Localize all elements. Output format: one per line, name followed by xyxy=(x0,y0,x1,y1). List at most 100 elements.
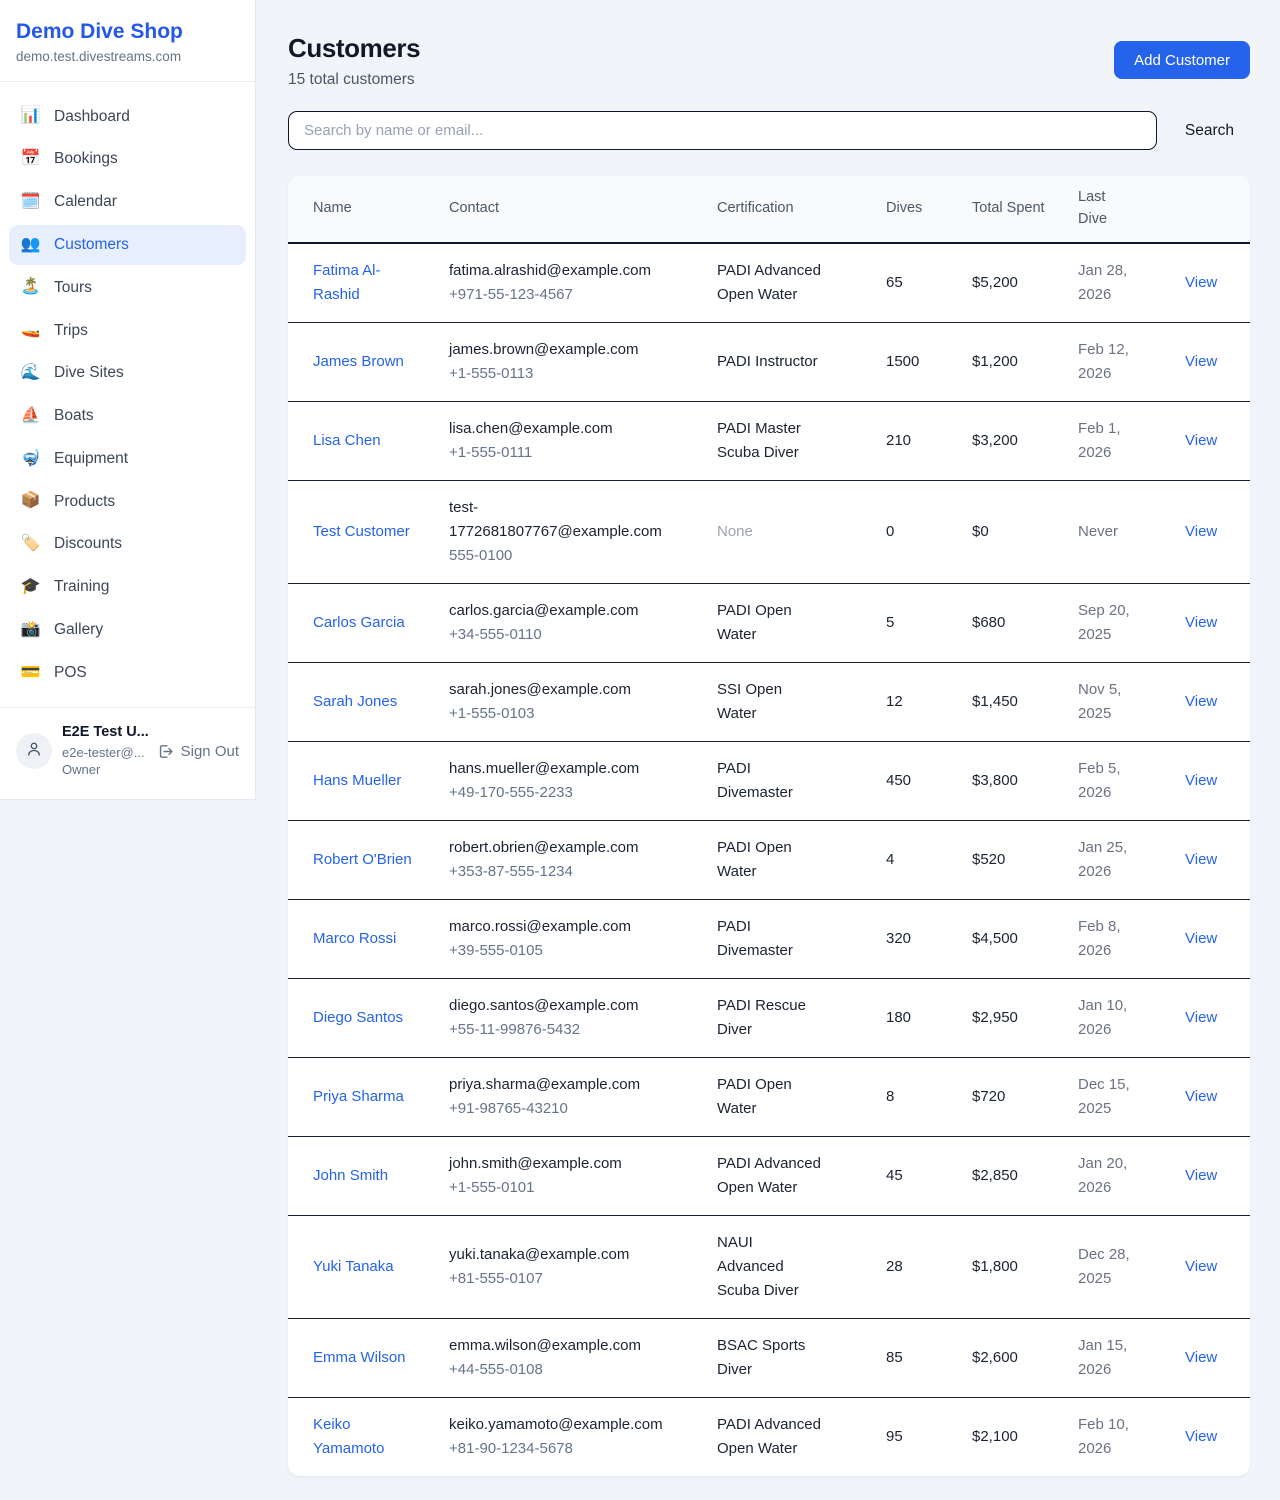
table-row: Emma Wilson emma.wilson@example.com+44-55… xyxy=(288,1318,1250,1397)
customer-name-link[interactable]: Robert O'Brien xyxy=(313,851,412,868)
dives-count: 4 xyxy=(886,851,894,868)
sidebar-item-trips[interactable]: 🚤Trips xyxy=(9,310,246,351)
cell-dives: 0 xyxy=(870,480,956,583)
customer-phone: +1-555-0103 xyxy=(449,702,655,726)
view-link[interactable]: View xyxy=(1185,930,1217,947)
sidebar-item-training[interactable]: 🎓Training xyxy=(9,567,246,608)
cell-actions: View xyxy=(1169,741,1250,820)
customer-email: emma.wilson@example.com xyxy=(449,1334,655,1358)
customers-table: Name Contact Certification Dives Total S… xyxy=(288,176,1250,1476)
view-link[interactable]: View xyxy=(1185,523,1217,540)
search-input[interactable] xyxy=(288,111,1157,150)
customer-name-link[interactable]: Yuki Tanaka xyxy=(313,1258,394,1275)
view-link[interactable]: View xyxy=(1185,1258,1217,1275)
customer-phone: +81-90-1234-5678 xyxy=(449,1437,655,1461)
view-link[interactable]: View xyxy=(1185,1428,1217,1445)
cell-actions: View xyxy=(1169,401,1250,480)
customer-name-link[interactable]: Carlos Garcia xyxy=(313,614,405,631)
sidebar-item-boats[interactable]: ⛵Boats xyxy=(9,396,246,437)
sidebar-item-calendar[interactable]: 🗓️Calendar xyxy=(9,182,246,223)
customer-name-link[interactable]: Fatima Al-Rashid xyxy=(313,262,381,303)
sidebar-item-discounts[interactable]: 🏷️Discounts xyxy=(9,524,246,565)
customer-name-link[interactable]: John Smith xyxy=(313,1167,388,1184)
column-header-name: Name xyxy=(288,176,433,243)
cell-dives: 45 xyxy=(870,1136,956,1215)
customer-name-link[interactable]: Priya Sharma xyxy=(313,1088,404,1105)
cell-dives: 65 xyxy=(870,243,956,323)
sidebar-item-dashboard[interactable]: 📊Dashboard xyxy=(9,96,246,137)
sidebar-item-tours[interactable]: 🏝️Tours xyxy=(9,267,246,308)
table-row: Carlos Garciacarlos.garcia@example.com+3… xyxy=(288,583,1250,662)
cell-contact: emma.wilson@example.com+44-555-0108 xyxy=(433,1318,701,1397)
cell-last-dive: Jan 20, 2026 xyxy=(1062,1136,1169,1215)
customer-name-link[interactable]: Emma Wilson xyxy=(313,1349,406,1366)
customer-name-link[interactable]: Keiko Yamamoto xyxy=(313,1416,384,1457)
sign-out-button[interactable]: Sign Out xyxy=(157,743,239,760)
page-title: Customers xyxy=(288,33,420,64)
view-link[interactable]: View xyxy=(1185,693,1217,710)
cell-certification: PADI Open Water xyxy=(701,820,870,899)
view-link[interactable]: View xyxy=(1185,614,1217,631)
cell-contact: test-1772681807767@example.com555-0100 xyxy=(433,480,701,583)
certification-text: PADI Master Scuba Diver xyxy=(717,420,801,461)
view-link[interactable]: View xyxy=(1185,772,1217,789)
spiral-calendar-icon: 🗓️ xyxy=(20,192,41,213)
customer-phone: 555-0100 xyxy=(449,544,655,568)
customer-name-link[interactable]: Hans Mueller xyxy=(313,772,401,789)
customer-name-link[interactable]: Test Customer xyxy=(313,523,410,540)
view-link[interactable]: View xyxy=(1185,851,1217,868)
view-link[interactable]: View xyxy=(1185,353,1217,370)
search-button[interactable]: Search xyxy=(1169,114,1250,148)
dives-count: 28 xyxy=(886,1258,903,1275)
sidebar-item-label: Gallery xyxy=(54,620,103,640)
total-spent-value: $0 xyxy=(972,523,989,540)
customer-phone: +55-11-99876-5432 xyxy=(449,1018,655,1042)
view-link[interactable]: View xyxy=(1185,1349,1217,1366)
dives-count: 5 xyxy=(886,614,894,631)
people-icon: 👥 xyxy=(20,235,41,256)
customer-email: diego.santos@example.com xyxy=(449,994,655,1018)
sidebar-item-customers[interactable]: 👥Customers xyxy=(9,225,246,266)
cell-contact: diego.santos@example.com+55-11-99876-543… xyxy=(433,978,701,1057)
cell-last-dive: Dec 28, 2025 xyxy=(1062,1215,1169,1318)
calendar-icon: 📅 xyxy=(20,149,41,170)
customer-email: robert.obrien@example.com xyxy=(449,836,655,860)
customer-email: james.brown@example.com xyxy=(449,338,655,362)
sidebar-item-dive-sites[interactable]: 🌊Dive Sites xyxy=(9,353,246,394)
dives-count: 320 xyxy=(886,930,911,947)
view-link[interactable]: View xyxy=(1185,274,1217,291)
main-content: Customers 15 total customers Add Custome… xyxy=(256,0,1280,1500)
sidebar-item-products[interactable]: 📦Products xyxy=(9,481,246,522)
dives-count: 45 xyxy=(886,1167,903,1184)
sidebar-item-equipment[interactable]: 🤿Equipment xyxy=(9,439,246,480)
total-spent-value: $4,500 xyxy=(972,930,1018,947)
sidebar-item-label: Boats xyxy=(54,406,94,426)
view-link[interactable]: View xyxy=(1185,1167,1217,1184)
sidebar-item-pos[interactable]: 💳POS xyxy=(9,653,246,694)
cell-name: Lisa Chen xyxy=(288,401,433,480)
customer-name-link[interactable]: James Brown xyxy=(313,353,404,370)
column-header-last-dive: Last Dive xyxy=(1062,176,1169,243)
cell-name: Sarah Jones xyxy=(288,662,433,741)
cell-actions: View xyxy=(1169,1318,1250,1397)
certification-text: PADI Divemaster xyxy=(717,918,793,959)
dives-count: 12 xyxy=(886,693,903,710)
cell-actions: View xyxy=(1169,662,1250,741)
cell-total-spent: $520 xyxy=(956,820,1062,899)
cell-certification: SSI Open Water xyxy=(701,662,870,741)
add-customer-button[interactable]: Add Customer xyxy=(1114,41,1250,79)
customer-name-link[interactable]: Diego Santos xyxy=(313,1009,403,1026)
certification-text: NAUI Advanced Scuba Diver xyxy=(717,1234,799,1299)
customer-name-link[interactable]: Lisa Chen xyxy=(313,432,381,449)
cell-name: Robert O'Brien xyxy=(288,820,433,899)
view-link[interactable]: View xyxy=(1185,1009,1217,1026)
sidebar-item-bookings[interactable]: 📅Bookings xyxy=(9,139,246,180)
view-link[interactable]: View xyxy=(1185,1088,1217,1105)
sidebar-item-gallery[interactable]: 📸Gallery xyxy=(9,610,246,651)
package-icon: 📦 xyxy=(20,491,41,512)
cell-last-dive: Feb 1, 2026 xyxy=(1062,401,1169,480)
cell-last-dive: Dec 15, 2025 xyxy=(1062,1057,1169,1136)
customer-name-link[interactable]: Marco Rossi xyxy=(313,930,396,947)
view-link[interactable]: View xyxy=(1185,432,1217,449)
customer-name-link[interactable]: Sarah Jones xyxy=(313,693,397,710)
